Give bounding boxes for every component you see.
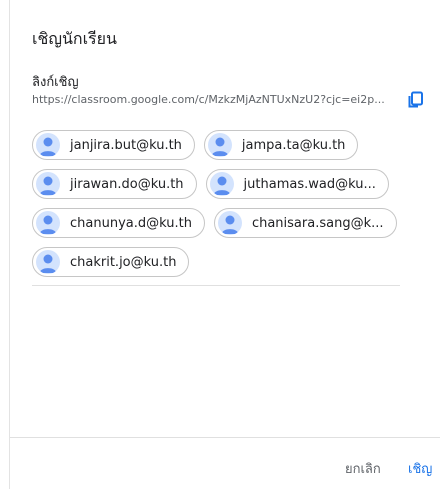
chip-row: jirawan.do@ku.th juthamas.wad@ku... bbox=[32, 169, 402, 199]
invitee-email: chanisara.sang@k... bbox=[251, 215, 384, 231]
chip-row: chakrit.jo@ku.th bbox=[32, 247, 402, 277]
avatar-icon bbox=[36, 250, 60, 274]
avatar-icon bbox=[36, 211, 60, 235]
invitee-chip[interactable]: jampa.ta@ku.th bbox=[203, 130, 359, 160]
avatar-icon bbox=[209, 172, 234, 196]
invitee-chip[interactable]: jirawan.do@ku.th bbox=[32, 169, 197, 199]
invite-students-dialog: เชิญนักเรียน ลิงก์เชิญ https://classroom… bbox=[10, 0, 440, 489]
invite-button[interactable]: เชิญ bbox=[408, 458, 432, 479]
cancel-button[interactable]: ยกเลิก bbox=[345, 458, 381, 479]
invitee-chip[interactable]: juthamas.wad@ku... bbox=[205, 169, 389, 199]
invitee-chip[interactable]: chanisara.sang@k... bbox=[213, 208, 397, 238]
avatar-icon bbox=[207, 133, 232, 157]
copy-icon bbox=[408, 91, 423, 108]
invitee-email: jirawan.do@ku.th bbox=[70, 176, 184, 192]
invitee-email: jampa.ta@ku.th bbox=[241, 137, 346, 153]
avatar-icon bbox=[217, 211, 242, 235]
invite-link-url: https://classroom.google.com/c/MzkzMjAzN… bbox=[32, 93, 385, 106]
chip-row: chanunya.d@ku.th chanisara.sang@k... bbox=[32, 208, 402, 238]
footer-divider bbox=[10, 437, 440, 438]
invitee-email: janjira.but@ku.th bbox=[70, 137, 182, 153]
chip-row: janjira.but@ku.th jampa.ta@ku.th bbox=[32, 130, 402, 160]
invitee-email: juthamas.wad@ku... bbox=[243, 176, 376, 192]
avatar-icon bbox=[36, 172, 60, 196]
invitee-chip[interactable]: chanunya.d@ku.th bbox=[32, 208, 205, 238]
invitee-email: chanunya.d@ku.th bbox=[70, 215, 192, 231]
invitee-chip[interactable]: janjira.but@ku.th bbox=[32, 130, 195, 160]
chip-list-divider bbox=[32, 285, 400, 286]
dialog-title: เชิญนักเรียน bbox=[32, 29, 117, 48]
invitee-email: chakrit.jo@ku.th bbox=[70, 254, 177, 270]
invitee-chip[interactable]: chakrit.jo@ku.th bbox=[32, 247, 190, 277]
invitee-chip-list: janjira.but@ku.th jampa.ta@ku.th jirawan… bbox=[32, 130, 402, 286]
avatar-icon bbox=[36, 133, 60, 157]
copy-link-button[interactable] bbox=[404, 88, 428, 112]
invite-link-label: ลิงก์เชิญ bbox=[32, 75, 79, 90]
